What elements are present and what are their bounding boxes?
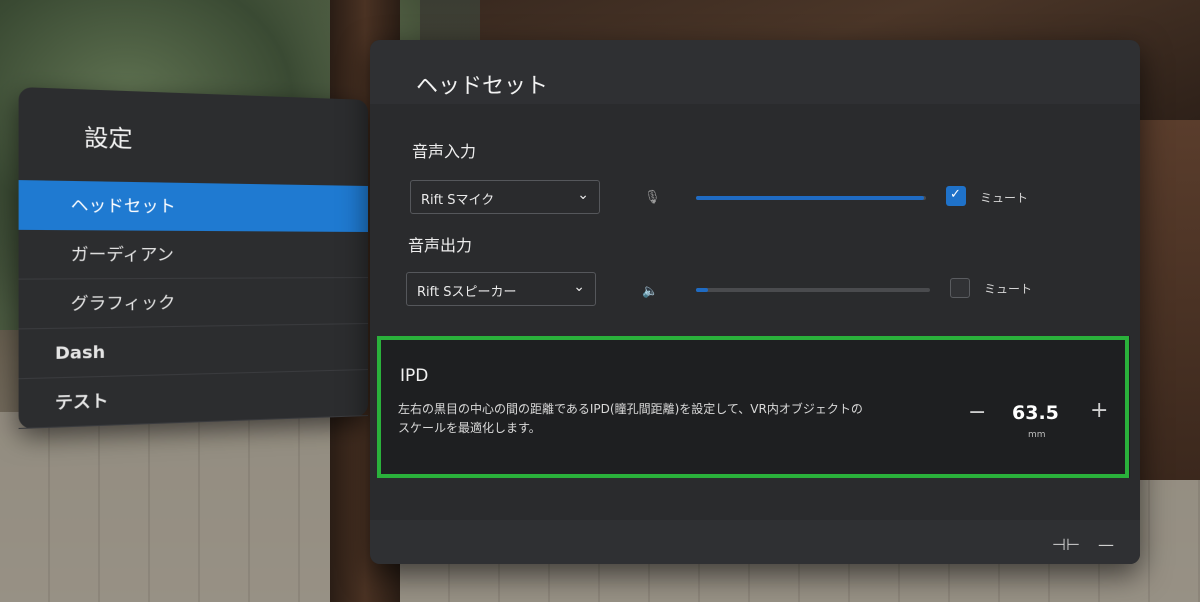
panel-title: ヘッドセット — [416, 68, 548, 100]
audio-output-slider[interactable] — [696, 288, 930, 292]
audio-input-device: Rift Sマイク — [421, 189, 494, 208]
audio-output-mute-checkbox[interactable] — [950, 278, 970, 298]
chevron-down-icon: ⌄ — [573, 279, 585, 295]
microphone-icon: 🎙 — [644, 190, 658, 204]
nav-item-graphics[interactable]: グラフィック — [19, 278, 368, 329]
audio-output-device: Rift Sスピーカー — [417, 281, 516, 300]
audio-output-mute-label: ミュート — [984, 280, 1032, 297]
speaker-icon: 🔈 — [642, 284, 656, 298]
minimize-icon[interactable]: — — [1098, 535, 1114, 554]
audio-output-label: 音声出力 — [408, 232, 472, 256]
audio-input-mute-checkbox[interactable]: ✓ — [946, 186, 966, 206]
ipd-highlight-frame — [377, 336, 1129, 478]
nav-item-guardian[interactable]: ガーディアン — [19, 230, 368, 280]
panel-header: ヘッドセット — [370, 40, 1140, 104]
pin-icon[interactable]: ⊣⊢ — [1052, 535, 1080, 554]
settings-panel: 設定 ヘッドセット ガーディアン グラフィック Dash テスト — [19, 87, 368, 429]
panel-footer: ⊣⊢ — — [370, 520, 1140, 564]
audio-output-level — [696, 288, 708, 292]
audio-input-level — [696, 196, 924, 200]
settings-nav: ヘッドセット ガーディアン グラフィック Dash テスト — [19, 180, 368, 429]
audio-input-mute-label: ミュート — [980, 189, 1028, 206]
checkmark-icon: ✓ — [950, 187, 961, 202]
settings-title: 設定 — [84, 119, 132, 154]
audio-input-dropdown[interactable]: Rift Sマイク ⌄ — [410, 180, 600, 214]
nav-item-headset[interactable]: ヘッドセット — [19, 180, 368, 232]
headset-panel: ヘッドセット 音声入力 Rift Sマイク ⌄ 🎙 ✓ ミュート 音声出力 Ri… — [370, 40, 1140, 564]
audio-output-dropdown[interactable]: Rift Sスピーカー ⌄ — [406, 272, 596, 306]
audio-input-label: 音声入力 — [412, 138, 476, 162]
audio-input-slider[interactable] — [696, 196, 926, 200]
chevron-down-icon: ⌄ — [577, 187, 589, 203]
